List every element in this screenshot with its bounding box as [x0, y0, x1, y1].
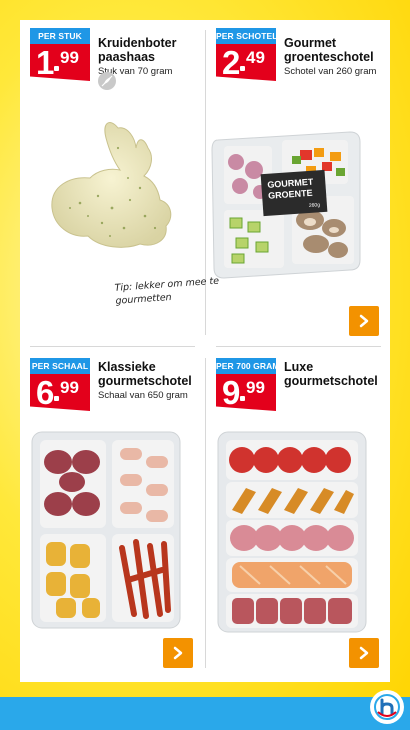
vegetable-tray-image: GOURMET GROENTE 260g [211, 131, 361, 279]
price-tag: PER 700 GRAM 9 99 [216, 358, 279, 411]
pack-weight-label: 260g [309, 202, 321, 209]
bottom-bar [0, 697, 410, 730]
logo-mark-icon [374, 694, 400, 720]
price-dot [54, 66, 59, 71]
price-box: 9 99 [216, 374, 276, 411]
product-subtitle: Schaal van 650 gram [98, 390, 188, 401]
price-cents: 99 [60, 378, 79, 397]
luxe-meat-tray-image [217, 431, 367, 633]
price-cents: 99 [246, 378, 265, 397]
price-dot [54, 396, 59, 401]
product-title: Klassieke gourmetschotel [98, 360, 192, 388]
price-cents: 99 [60, 48, 79, 67]
product-card-luxe-gourmetschotel: PER 700 GRAM 9 99 Luxe gourmetschotel [216, 358, 391, 683]
product-title: Gourmet groenteschotel [284, 36, 374, 64]
product-title: Luxe gourmetschotel [284, 360, 378, 388]
product-card-klassieke-gourmetschotel: PER SCHAAL 6 99 Klassieke gourmetschotel… [30, 358, 205, 683]
product-card-kruidenboter: PER STUK 1 99 Kruidenboter paashaas Stuk… [30, 28, 219, 353]
price-unit-label: PER SCHAAL [30, 358, 90, 374]
price-tag: PER SCHAAL 6 99 [30, 358, 90, 411]
price-cents: 49 [246, 48, 265, 67]
price-euros: 2 [222, 44, 241, 81]
price-tag: PER SCHOTEL 2 49 [216, 28, 277, 81]
product-subtitle: Schotel van 260 gram [284, 66, 377, 77]
next-button[interactable] [349, 638, 379, 668]
price-dot [240, 396, 245, 401]
price-unit-label: PER STUK [30, 28, 90, 44]
chevron-right-icon [173, 646, 183, 660]
product-card-groenteschotel: PER SCHOTEL 2 49 Gourmet groenteschotel … [211, 28, 391, 353]
klassieke-meat-tray-image [31, 431, 181, 629]
vegetarian-icon [98, 72, 116, 90]
product-title: Kruidenboter paashaas [98, 36, 177, 64]
price-euros: 6 [36, 374, 55, 411]
price-box: 1 99 [30, 44, 90, 81]
next-button[interactable] [349, 306, 379, 336]
divider-vertical-bottom [205, 358, 206, 668]
butter-bunny-image [51, 122, 172, 248]
price-box: 2 49 [216, 44, 276, 81]
next-button[interactable] [163, 638, 193, 668]
price-euros: 9 [222, 374, 241, 411]
price-dot [240, 66, 245, 71]
price-unit-label: PER 700 GRAM [216, 358, 279, 374]
chevron-right-icon [359, 646, 369, 660]
price-euros: 1 [36, 44, 55, 81]
chevron-right-icon [359, 314, 369, 328]
hoogvliet-logo[interactable] [370, 690, 404, 724]
price-tag: PER STUK 1 99 [30, 28, 90, 81]
price-box: 6 99 [30, 374, 90, 411]
price-unit-label: PER SCHOTEL [216, 28, 277, 44]
